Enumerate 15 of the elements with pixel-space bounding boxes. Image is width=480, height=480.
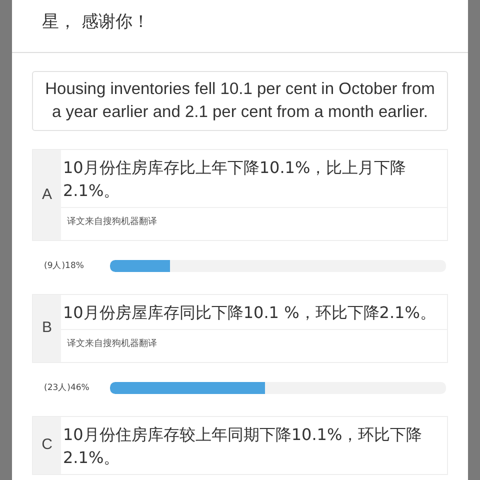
translation-note: 译文来自搜狗机器翻译 xyxy=(61,206,447,240)
option-text: 10月份住房库存较上年同期下降10.1%，环比下降2.1%。 xyxy=(62,424,424,470)
post-text: 星， 感谢你！ xyxy=(12,0,468,53)
option-text: 10月份房屋库存同比下降10.1 %，环比下降2.1%。 xyxy=(62,302,437,324)
vote-count: (23人)46% xyxy=(44,382,90,394)
option-card[interactable]: C 10月份住房库存较上年同期下降10.1%，环比下降2.1%。 xyxy=(32,416,448,475)
option-letter: A xyxy=(33,150,61,240)
vote-count: (9人)18% xyxy=(44,260,85,272)
translation-note: 译文来自搜狗机器翻译 xyxy=(61,328,447,362)
option-card[interactable]: A 10月份住房库存比上年下降10.1%，比上月下降2.1%。 译文来自搜狗机器翻译 xyxy=(32,149,448,241)
question-text: Housing inventories fell 10.1 per cent in October from a year earlier and 2.1 per cent from a month earlier. xyxy=(32,71,448,132)
option-letter: C xyxy=(33,417,61,474)
option-card[interactable]: B 10月份房屋库存同比下降10.1 %，环比下降2.1%。 译文来自搜狗机器翻译 xyxy=(32,294,448,362)
option-text: 10月份住房库存比上年下降10.1%，比上月下降2.1%。 xyxy=(62,157,408,202)
option-letter: B xyxy=(33,295,61,362)
